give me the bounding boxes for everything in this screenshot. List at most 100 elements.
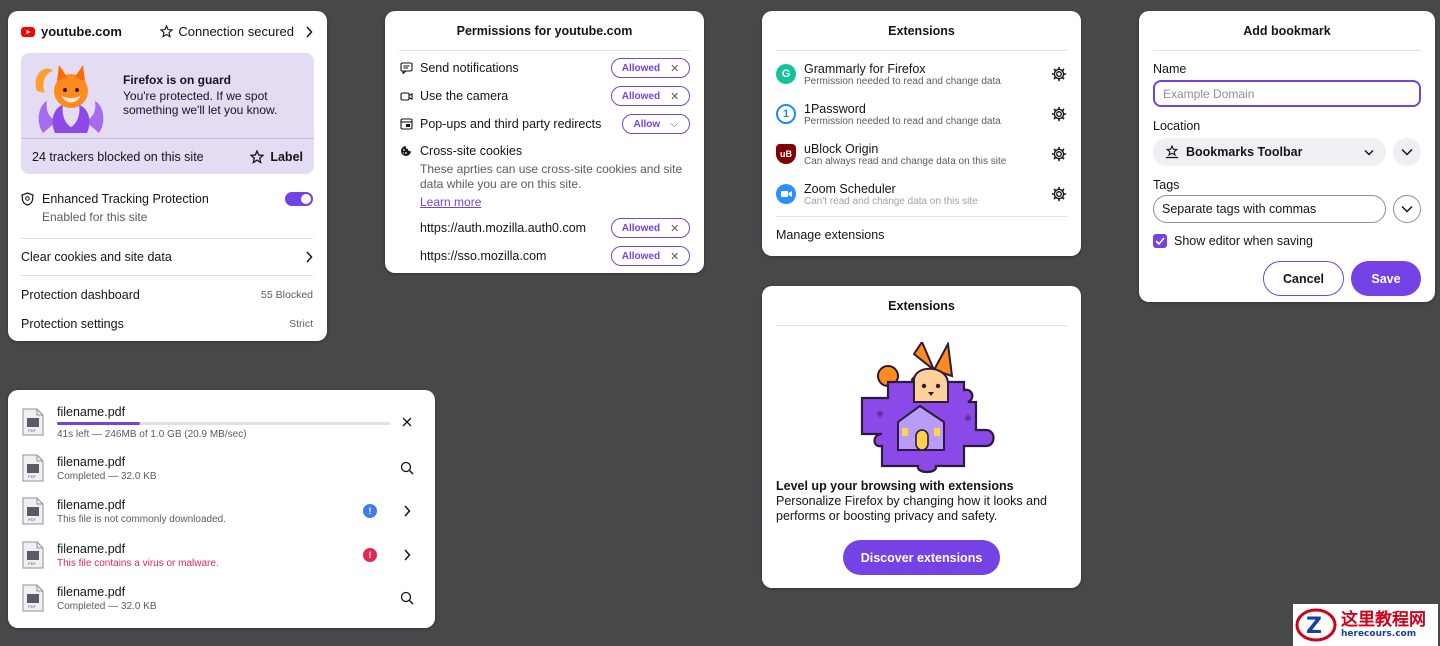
connection-label: Connection secured: [178, 24, 294, 39]
show-editor-label: Show editor when saving: [1174, 234, 1313, 248]
permission-row: Pop-ups and third party redirects Allow ⌵: [399, 110, 690, 138]
tags-input[interactable]: Separate tags with commas: [1153, 195, 1386, 223]
close-icon[interactable]: ✕: [670, 222, 679, 235]
close-icon[interactable]: ✕: [670, 250, 679, 263]
extensions-panel: Extensions G Grammarly for Firefox Permi…: [762, 11, 1081, 256]
site-state-button[interactable]: Allowed ✕: [611, 246, 690, 266]
extension-name: Grammarly for Firefox: [804, 61, 926, 76]
watermark-url: herecours.com: [1341, 629, 1417, 639]
close-icon[interactable]: ✕: [670, 90, 679, 103]
svg-text:PDF: PDF: [28, 428, 37, 433]
close-icon[interactable]: [393, 417, 421, 427]
download-progress-bar: [57, 421, 390, 425]
settings-value: Strict: [289, 318, 313, 330]
site-watermark: Z 这里教程网 herecours.com: [1293, 604, 1438, 646]
chevron-right-icon: [305, 251, 313, 263]
ublock-icon: uB: [776, 144, 796, 164]
download-row[interactable]: PDF filename.pdf This file is not common…: [22, 491, 421, 531]
extension-row[interactable]: uB uBlock Origin Can always read and cha…: [776, 134, 1067, 174]
download-filename: filename.pdf: [57, 404, 126, 419]
divider: [776, 325, 1067, 326]
pdf-file-icon: PDF: [22, 497, 44, 525]
download-status: 41s left — 246MB of 1.0 GB (20.9 MB/sec): [57, 428, 247, 440]
download-status: This file contains a virus or malware.: [57, 557, 219, 569]
connection-secured-button[interactable]: Connection secured: [160, 24, 313, 39]
permission-label: Send notifications: [420, 61, 519, 75]
guard-description: You're protected. If we spot something w…: [123, 89, 278, 117]
gear-icon[interactable]: [1051, 186, 1067, 202]
extensions-empty-heading: Level up your browsing with extensions: [776, 479, 1014, 493]
extension-name: uBlock Origin: [804, 141, 879, 156]
search-icon[interactable]: [393, 461, 421, 475]
cancel-button[interactable]: Cancel: [1263, 261, 1344, 296]
svg-text:PDF: PDF: [28, 517, 37, 522]
settings-label: Protection settings: [21, 317, 124, 331]
panel-title: Add bookmark: [1243, 24, 1331, 38]
tags-label: Tags: [1153, 178, 1180, 192]
tracking-protection-section: Enhanced Tracking Protection Enabled for…: [8, 174, 327, 238]
protection-settings-link[interactable]: Protection settings Strict: [8, 313, 327, 335]
download-row[interactable]: PDF filename.pdf Completed — 32.0 KB: [22, 448, 421, 488]
extension-row[interactable]: 1 1Password Permission needed to read an…: [776, 94, 1067, 134]
close-icon[interactable]: ✕: [670, 62, 679, 75]
panel-title: Extensions: [888, 24, 955, 38]
learn-more-link[interactable]: Learn more: [420, 195, 481, 209]
gear-icon[interactable]: [1051, 66, 1067, 82]
guard-text-block: Firefox is on guard You're protected. If…: [123, 73, 313, 117]
show-editor-checkbox[interactable]: [1153, 234, 1167, 248]
state-label: Allowed: [621, 250, 661, 262]
location-select[interactable]: Bookmarks Toolbar: [1153, 138, 1386, 166]
etp-toggle[interactable]: [285, 192, 313, 206]
download-status: Completed — 32.0 KB: [57, 600, 157, 612]
add-bookmark-panel: Add bookmark Name Example Domain Locatio…: [1139, 11, 1435, 302]
svg-text:PDF: PDF: [28, 604, 37, 609]
label-button[interactable]: Label: [250, 149, 303, 164]
svg-text:PDF: PDF: [28, 561, 37, 566]
watermark-title: 这里教程网: [1341, 610, 1426, 630]
download-row[interactable]: PDF filename.pdf 41s left — 246MB of 1.0…: [22, 400, 421, 444]
discover-extensions-button[interactable]: Discover extensions: [843, 540, 1000, 575]
download-filename: filename.pdf: [57, 454, 126, 469]
chevron-right-icon: [305, 25, 313, 38]
expand-tags-button[interactable]: [1393, 195, 1421, 223]
extension-name: Zoom Scheduler: [804, 181, 896, 196]
download-row[interactable]: PDF filename.pdf This file contains a vi…: [22, 535, 421, 575]
gear-icon[interactable]: [1051, 146, 1067, 162]
extension-row[interactable]: Zoom Scheduler Can't read and change dat…: [776, 174, 1067, 214]
info-icon: !: [363, 504, 377, 518]
permission-state-dropdown[interactable]: Allow ⌵: [622, 114, 690, 134]
pdf-file-icon: PDF: [22, 541, 44, 569]
chevron-down-icon: ⌵: [670, 117, 679, 130]
extension-desc: Permission needed to read and change dat…: [804, 115, 1001, 127]
protection-dashboard-link[interactable]: Protection dashboard 55 Blocked: [8, 277, 327, 313]
name-input[interactable]: Example Domain: [1153, 80, 1421, 107]
camera-icon: [399, 91, 413, 102]
search-icon[interactable]: [393, 591, 421, 605]
permission-state-button[interactable]: Allowed ✕: [611, 58, 690, 78]
extensions-empty-description: Personalize Firefox by changing how it l…: [776, 494, 1047, 523]
chevron-down-icon: [1364, 149, 1374, 156]
name-label: Name: [1153, 62, 1187, 76]
permission-label: Pop-ups and third party redirects: [420, 117, 602, 131]
site-state-button[interactable]: Allowed ✕: [611, 218, 690, 238]
chevron-right-icon[interactable]: [393, 549, 421, 561]
trackers-count: 24 trackers blocked on this site: [32, 149, 204, 164]
etp-subtitle: Enabled for this site: [42, 210, 148, 224]
save-button[interactable]: Save: [1351, 261, 1421, 296]
extension-row[interactable]: G Grammarly for Firefox Permission neede…: [776, 54, 1067, 94]
site-domain: youtube.com: [41, 24, 122, 39]
download-row[interactable]: PDF filename.pdf Completed — 32.0 KB: [22, 578, 421, 618]
expand-folders-button[interactable]: [1393, 138, 1421, 166]
site-url: https://auth.mozilla.auth0.com: [420, 221, 587, 235]
cookies-description: These aprties can use cross-site cookies…: [420, 162, 683, 191]
chevron-right-icon[interactable]: [393, 505, 421, 517]
notification-icon: [399, 62, 413, 74]
onepassword-icon: 1: [776, 104, 796, 124]
permission-state-button[interactable]: Allowed ✕: [611, 86, 690, 106]
manage-extensions-link[interactable]: Manage extensions: [776, 217, 1067, 253]
gear-icon[interactable]: [1051, 106, 1067, 122]
cookies-title: Cross-site cookies: [420, 144, 523, 158]
clear-cookies-button[interactable]: Clear cookies and site data: [8, 239, 327, 275]
site-url: https://sso.mozilla.com: [420, 249, 547, 263]
divider: [1153, 50, 1421, 51]
